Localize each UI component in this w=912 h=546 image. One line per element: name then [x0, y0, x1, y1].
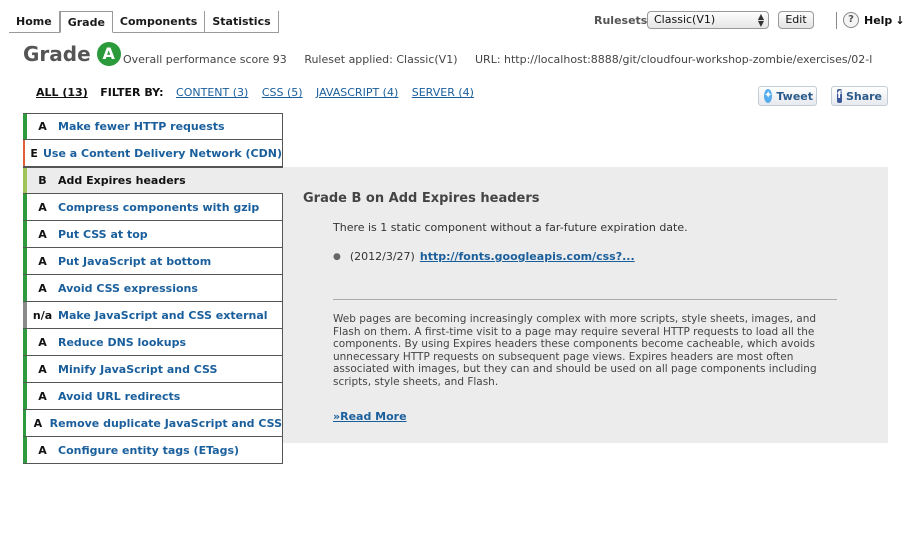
rule-name-link[interactable]: Make fewer HTTP requests: [58, 120, 225, 133]
rule-grade: A: [38, 362, 47, 376]
rule-row[interactable]: A Avoid URL redirects: [23, 383, 283, 410]
tab-statistics[interactable]: Statistics: [205, 11, 279, 33]
rule-grade: n/a: [32, 308, 53, 322]
rule-row[interactable]: A Put CSS at top: [23, 221, 283, 248]
rule-row[interactable]: n/a Make JavaScript and CSS external: [23, 302, 283, 329]
rulesets-label: Rulesets: [594, 14, 648, 27]
tab-grade[interactable]: Grade: [59, 11, 113, 33]
help-arrow-icon: ↓: [895, 13, 905, 27]
tab-home[interactable]: Home: [9, 11, 60, 33]
component-date: (2012/3/27): [349, 250, 415, 263]
help-label: Help: [864, 13, 893, 27]
filter-javascript-link[interactable]: JAVASCRIPT (4): [316, 86, 398, 99]
rule-grade: A: [38, 281, 47, 295]
ruleset-selected-value: Classic(V1): [654, 13, 716, 26]
rule-name-link[interactable]: Add Expires headers: [58, 174, 186, 187]
rule-grade: A: [38, 335, 47, 349]
question-icon: ?: [843, 12, 859, 28]
main-nav: Home Grade Components Statistics: [9, 11, 279, 33]
rule-grade: E: [30, 146, 38, 160]
bullet-icon: ●: [333, 251, 341, 262]
rule-row[interactable]: B Add Expires headers: [23, 167, 285, 194]
detail-title: Grade B on Add Expires headers: [303, 191, 540, 206]
share-label: Share: [845, 89, 882, 103]
rule-name-link[interactable]: Avoid URL redirects: [58, 390, 180, 403]
ruleset-applied: Ruleset applied: Classic(V1): [304, 53, 458, 66]
read-more-link[interactable]: »Read More: [333, 410, 407, 423]
rule-row[interactable]: A Put JavaScript at bottom: [23, 248, 283, 275]
nav-divider: [836, 12, 837, 29]
rule-name-link[interactable]: Compress components with gzip: [58, 201, 259, 214]
rule-name-link[interactable]: Put JavaScript at bottom: [58, 255, 211, 268]
component-link[interactable]: http://fonts.googleapis.com/css?...: [420, 250, 635, 263]
rule-name-link[interactable]: Put CSS at top: [58, 228, 148, 241]
component-list-item: ● (2012/3/27) http://fonts.googleapis.co…: [333, 250, 635, 263]
rule-name-link[interactable]: Remove duplicate JavaScript and CSS: [50, 417, 282, 430]
facebook-icon: f: [837, 89, 842, 103]
page-title: Grade A: [23, 42, 121, 66]
rule-name-link[interactable]: Make JavaScript and CSS external: [58, 309, 268, 322]
detail-divider: [333, 299, 837, 300]
filter-by-label: FILTER BY:: [100, 86, 164, 99]
select-arrows-icon: ▲ ▼: [757, 12, 764, 28]
filter-bar: ALL (13) FILTER BY: CONTENT (3) CSS (5) …: [36, 86, 484, 99]
tab-components[interactable]: Components: [112, 11, 206, 33]
help-menu[interactable]: ? Help ↓: [843, 12, 905, 28]
rule-grade: A: [38, 200, 47, 214]
rule-row[interactable]: E Use a Content Delivery Network (CDN): [23, 140, 283, 167]
rule-description: Web pages are becoming increasingly comp…: [333, 313, 817, 388]
rule-name-link[interactable]: Configure entity tags (ETags): [58, 444, 239, 457]
grade-summary: Overall performance score 93 Ruleset app…: [123, 53, 886, 66]
rules-list: A Make fewer HTTP requests E Use a Content …: [23, 113, 285, 464]
tweet-button[interactable]: ✦ Tweet: [758, 86, 817, 106]
rule-name-link[interactable]: Reduce DNS lookups: [58, 336, 186, 349]
grade-badge: A: [96, 42, 121, 66]
page-url: URL: http://localhost:8888/git/cloudfour…: [475, 53, 873, 66]
filter-css-link[interactable]: CSS (5): [262, 86, 303, 99]
filter-all-link[interactable]: ALL (13): [36, 86, 88, 99]
edit-button[interactable]: Edit: [778, 11, 814, 29]
rule-grade: A: [38, 120, 47, 133]
rule-row[interactable]: A Reduce DNS lookups: [23, 329, 283, 356]
rule-detail-panel: Grade B on Add Expires headers There is …: [283, 167, 888, 443]
rule-name-link[interactable]: Minify JavaScript and CSS: [58, 363, 217, 376]
share-button[interactable]: f Share: [831, 86, 888, 106]
twitter-bird-icon: ✦: [764, 89, 773, 103]
grade-word: Grade: [23, 42, 91, 66]
rule-grade: A: [38, 254, 47, 268]
rule-row[interactable]: A Avoid CSS expressions: [23, 275, 283, 302]
rule-row[interactable]: A Make fewer HTTP requests: [23, 113, 283, 140]
rule-row[interactable]: A Configure entity tags (ETags): [23, 437, 283, 464]
rule-row[interactable]: A Remove duplicate JavaScript and CSS: [23, 410, 283, 437]
ruleset-select[interactable]: Classic(V1) ▲ ▼: [647, 11, 769, 29]
rule-name-link[interactable]: Avoid CSS expressions: [58, 282, 198, 295]
rule-grade: B: [38, 174, 47, 187]
filter-server-link[interactable]: SERVER (4): [412, 86, 474, 99]
rule-name-link[interactable]: Use a Content Delivery Network (CDN): [43, 147, 282, 160]
rule-grade: A: [38, 389, 47, 403]
rule-grade: A: [33, 416, 43, 430]
rule-row[interactable]: A Compress components with gzip: [23, 194, 283, 221]
rule-grade: A: [38, 227, 47, 241]
rule-row[interactable]: A Minify JavaScript and CSS: [23, 356, 283, 383]
detail-message: There is 1 static component without a fa…: [333, 221, 688, 234]
filter-content-link[interactable]: CONTENT (3): [176, 86, 248, 99]
overall-score: Overall performance score 93: [123, 53, 287, 66]
tweet-label: Tweet: [776, 89, 814, 103]
rule-grade: A: [38, 443, 47, 457]
